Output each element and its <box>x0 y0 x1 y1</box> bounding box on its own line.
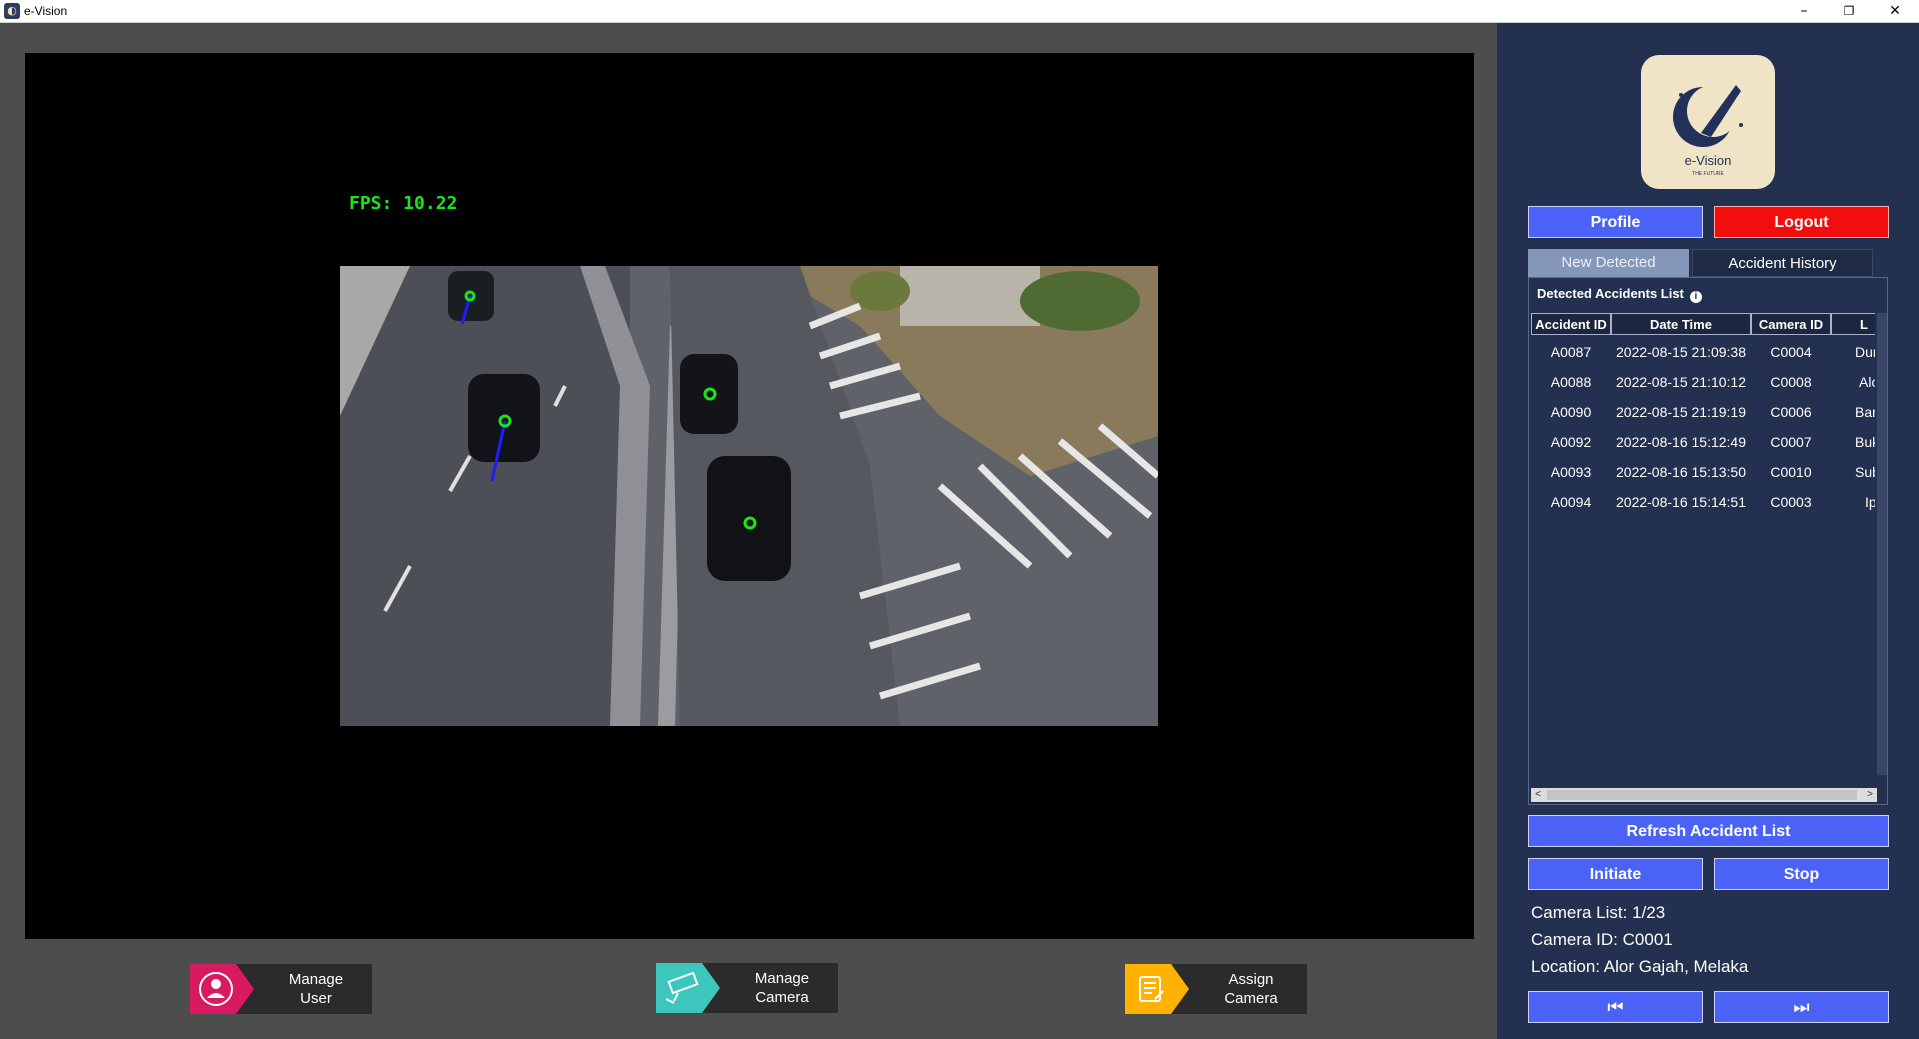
cell-location: Ipo <box>1865 494 1875 510</box>
fps-readout: FPS: 10.22 <box>349 193 458 214</box>
table-row[interactable]: A0094 2022-08-16 15:14:51 C0003 Ipo <box>1531 487 1875 517</box>
table-row[interactable]: A0092 2022-08-16 15:12:49 C0007 Bukit M <box>1531 427 1875 457</box>
cell-camera-id: C0008 <box>1770 374 1812 390</box>
cell-location: Subang <box>1855 464 1875 480</box>
manage-user-button[interactable]: Manage User <box>190 964 372 1014</box>
location-text: Location: Alor Gajah, Melaka <box>1531 957 1749 976</box>
cell-date-time: 2022-08-16 15:13:50 <box>1616 464 1746 480</box>
camera-id-text: Camera ID: C0001 <box>1531 930 1673 949</box>
column-header-camera-id[interactable]: Camera ID <box>1751 313 1831 335</box>
skip-next-icon: ⏭ <box>1793 997 1810 1018</box>
skip-previous-icon: ⏮ <box>1607 997 1624 1018</box>
camera-list-text: Camera List: 1/23 <box>1531 903 1666 922</box>
table-row[interactable]: A0090 2022-08-15 21:19:19 C0006 Bandar <box>1531 397 1875 427</box>
table-row[interactable]: A0093 2022-08-16 15:13:50 C0010 Subang <box>1531 457 1875 487</box>
app-logo: e-Vision THE FUTURE <box>1641 55 1775 189</box>
cctv-camera-icon <box>656 963 720 1013</box>
cell-accident-id: A0092 <box>1550 434 1592 450</box>
stop-button[interactable]: Stop <box>1714 858 1889 890</box>
cell-camera-id: C0010 <box>1770 464 1812 480</box>
accident-table: Accident ID Date Time Camera ID L A0087 … <box>1531 313 1875 775</box>
minimize-icon[interactable]: – <box>1781 0 1827 22</box>
column-header-location[interactable]: L <box>1831 313 1875 335</box>
logo-tagline: THE FUTURE <box>1692 171 1724 177</box>
cell-location: Bandar <box>1855 404 1875 420</box>
cell-accident-id: A0090 <box>1550 404 1592 420</box>
cell-accident-id: A0088 <box>1550 374 1592 390</box>
accident-list-panel: Detected Accidents List i Accident ID Dat… <box>1528 277 1888 805</box>
cell-date-time: 2022-08-15 21:09:38 <box>1616 344 1746 360</box>
next-camera-button[interactable]: ⏭ <box>1714 991 1889 1023</box>
scroll-right-icon[interactable]: > <box>1863 788 1877 802</box>
manage-camera-label: Manage Camera <box>754 970 810 1006</box>
main-area: FPS: 10.22 Manage User Manage Camera Ass… <box>0 23 1497 1039</box>
cell-accident-id: A0094 <box>1550 494 1592 510</box>
assign-camera-label: Assign Camera <box>1224 971 1278 1007</box>
scroll-left-icon[interactable]: < <box>1531 788 1545 802</box>
previous-camera-button[interactable]: ⏮ <box>1528 991 1703 1023</box>
vertical-scrollbar[interactable] <box>1877 313 1887 775</box>
app-icon: ◐ <box>4 3 20 19</box>
tab-new-detected[interactable]: New Detected <box>1528 249 1689 277</box>
horizontal-scrollbar[interactable]: < > <box>1531 788 1877 802</box>
cell-location: Dungu <box>1855 344 1875 360</box>
cell-date-time: 2022-08-16 15:14:51 <box>1616 494 1746 510</box>
checklist-icon <box>1125 964 1189 1014</box>
cell-accident-id: A0087 <box>1550 344 1592 360</box>
cell-date-time: 2022-08-15 21:10:12 <box>1616 374 1746 390</box>
info-icon[interactable]: i <box>1689 291 1702 303</box>
cell-accident-id: A0093 <box>1550 464 1592 480</box>
assign-camera-button[interactable]: Assign Camera <box>1125 964 1307 1014</box>
cell-date-time: 2022-08-15 21:19:19 <box>1616 404 1746 420</box>
manage-user-label: Manage User <box>288 971 344 1007</box>
title-bar: ◐ e-Vision – ❐ ✕ <box>0 0 1919 23</box>
restore-icon[interactable]: ❐ <box>1826 0 1872 22</box>
refresh-accident-list-button[interactable]: Refresh Accident List <box>1528 815 1889 847</box>
cell-camera-id: C0003 <box>1770 494 1812 510</box>
cell-camera-id: C0004 <box>1770 344 1812 360</box>
cell-location: Alor S <box>1859 374 1875 390</box>
video-display: FPS: 10.22 <box>25 53 1474 939</box>
camera-feed <box>340 266 1158 726</box>
window-title: e-Vision <box>24 4 68 18</box>
cell-date-time: 2022-08-16 15:12:49 <box>1616 434 1746 450</box>
close-icon[interactable]: ✕ <box>1872 0 1918 22</box>
cell-location: Bukit M <box>1855 434 1875 450</box>
logo-name: e-Vision <box>1685 153 1732 168</box>
initiate-button[interactable]: Initiate <box>1528 858 1703 890</box>
table-header: Accident ID Date Time Camera ID L <box>1531 313 1875 335</box>
tab-accident-history[interactable]: Accident History <box>1692 249 1873 277</box>
user-icon <box>190 964 254 1014</box>
logout-button[interactable]: Logout <box>1714 206 1889 238</box>
table-row[interactable]: A0088 2022-08-15 21:10:12 C0008 Alor S <box>1531 367 1875 397</box>
cell-camera-id: C0006 <box>1770 404 1812 420</box>
sidebar: e-Vision THE FUTURE Profile Logout New D… <box>1497 23 1919 1039</box>
table-row[interactable]: A0087 2022-08-15 21:09:38 C0004 Dungu <box>1531 337 1875 367</box>
column-header-accident-id[interactable]: Accident ID <box>1531 313 1611 335</box>
cell-camera-id: C0007 <box>1770 434 1812 450</box>
scrollbar-thumb[interactable] <box>1547 790 1857 800</box>
profile-button[interactable]: Profile <box>1528 206 1703 238</box>
list-title: Detected Accidents List i <box>1537 286 1702 303</box>
manage-camera-button[interactable]: Manage Camera <box>656 963 838 1013</box>
column-header-date-time[interactable]: Date Time <box>1611 313 1751 335</box>
